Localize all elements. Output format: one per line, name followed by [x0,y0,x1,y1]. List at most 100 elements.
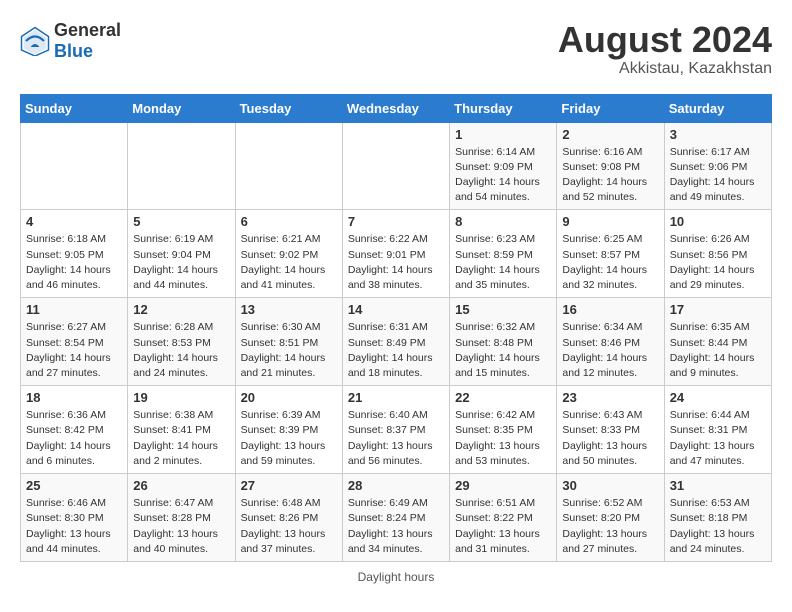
day-number: 17 [670,302,766,317]
calendar-week-row: 1 Sunrise: 6:14 AMSunset: 9:09 PMDaylight… [21,122,772,210]
logo-blue: Blue [54,41,93,61]
day-number: 21 [348,390,444,405]
calendar-cell: 25 Sunrise: 6:46 AMSunset: 8:30 PMDayligh… [21,474,128,562]
calendar-week-row: 18 Sunrise: 6:36 AMSunset: 8:42 PMDayligh… [21,386,772,474]
day-info: Sunrise: 6:48 AMSunset: 8:26 PMDaylight:… [241,496,337,557]
day-number: 1 [455,127,551,142]
calendar-cell: 12Sunrise: 6:28 AMSunset: 8:53 PMDayligh… [128,298,235,386]
day-info: Sunrise: 6:38 AMSunset: 8:41 PMDaylight:… [133,408,229,469]
day-info: Sunrise: 6:36 AMSunset: 8:42 PMDaylight:… [26,408,122,469]
calendar-cell: 6 Sunrise: 6:21 AMSunset: 9:02 PMDaylight… [235,210,342,298]
day-number: 16 [562,302,658,317]
day-number: 10 [670,214,766,229]
calendar-cell: 9 Sunrise: 6:25 AMSunset: 8:57 PMDaylight… [557,210,664,298]
day-header-monday: Monday [128,94,235,122]
calendar-cell [128,122,235,210]
calendar-cell: 7Sunrise: 6:22 AMSunset: 9:01 PMDaylight… [342,210,449,298]
day-number: 18 [26,390,122,405]
calendar-cell: 30Sunrise: 6:52 AMSunset: 8:20 PMDayligh… [557,474,664,562]
calendar-cell: 28 Sunrise: 6:49 AMSunset: 8:24 PMDayligh… [342,474,449,562]
calendar-cell: 8 Sunrise: 6:23 AMSunset: 8:59 PMDaylight… [450,210,557,298]
calendar-cell: 23 Sunrise: 6:43 AMSunset: 8:33 PMDayligh… [557,386,664,474]
day-info: Sunrise: 6:49 AMSunset: 8:24 PMDaylight:… [348,496,444,557]
day-number: 22 [455,390,551,405]
calendar-week-row: 25 Sunrise: 6:46 AMSunset: 8:30 PMDayligh… [21,474,772,562]
day-info: Sunrise: 6:22 AMSunset: 9:01 PMDaylight:… [348,232,444,293]
calendar-cell: 19 Sunrise: 6:38 AMSunset: 8:41 PMDayligh… [128,386,235,474]
day-info: Sunrise: 6:43 AMSunset: 8:33 PMDaylight:… [562,408,658,469]
calendar-week-row: 4 Sunrise: 6:18 AMSunset: 9:05 PMDaylight… [21,210,772,298]
day-number: 5 [133,214,229,229]
day-number: 29 [455,478,551,493]
day-number: 4 [26,214,122,229]
day-header-thursday: Thursday [450,94,557,122]
day-info: Sunrise: 6:40 AMSunset: 8:37 PMDaylight:… [348,408,444,469]
calendar-cell: 16 Sunrise: 6:34 AMSunset: 8:46 PMDayligh… [557,298,664,386]
day-number: 28 [348,478,444,493]
logo: General Blue [20,20,121,62]
day-info: Sunrise: 6:42 AMSunset: 8:35 PMDaylight:… [455,408,551,469]
calendar-cell [21,122,128,210]
month-year-title: August 2024 [558,20,772,60]
day-number: 13 [241,302,337,317]
day-info: Sunrise: 6:30 AMSunset: 8:51 PMDaylight:… [241,320,337,381]
day-info: Sunrise: 6:23 AMSunset: 8:59 PMDaylight:… [455,232,551,293]
calendar-cell: 22 Sunrise: 6:42 AMSunset: 8:35 PMDayligh… [450,386,557,474]
day-info: Sunrise: 6:25 AMSunset: 8:57 PMDaylight:… [562,232,658,293]
calendar-week-row: 11Sunrise: 6:27 AMSunset: 8:54 PMDayligh… [21,298,772,386]
day-number: 2 [562,127,658,142]
day-number: 14 [348,302,444,317]
day-number: 12 [133,302,229,317]
day-info: Sunrise: 6:19 AMSunset: 9:04 PMDaylight:… [133,232,229,293]
day-number: 19 [133,390,229,405]
calendar-cell: 17 Sunrise: 6:35 AMSunset: 8:44 PMDayligh… [664,298,771,386]
calendar-cell: 18 Sunrise: 6:36 AMSunset: 8:42 PMDayligh… [21,386,128,474]
day-info: Sunrise: 6:46 AMSunset: 8:30 PMDaylight:… [26,496,122,557]
day-number: 23 [562,390,658,405]
day-info: Sunrise: 6:27 AMSunset: 8:54 PMDaylight:… [26,320,122,381]
day-number: 8 [455,214,551,229]
day-info: Sunrise: 6:51 AMSunset: 8:22 PMDaylight:… [455,496,551,557]
day-info: Sunrise: 6:53 AMSunset: 8:18 PMDaylight:… [670,496,766,557]
day-number: 31 [670,478,766,493]
day-number: 26 [133,478,229,493]
calendar-cell: 4 Sunrise: 6:18 AMSunset: 9:05 PMDaylight… [21,210,128,298]
calendar-cell: 10 Sunrise: 6:26 AMSunset: 8:56 PMDayligh… [664,210,771,298]
calendar-cell: 21 Sunrise: 6:40 AMSunset: 8:37 PMDayligh… [342,386,449,474]
day-number: 30 [562,478,658,493]
day-info: Sunrise: 6:17 AMSunset: 9:06 PMDaylight:… [670,145,766,206]
day-info: Sunrise: 6:34 AMSunset: 8:46 PMDaylight:… [562,320,658,381]
day-number: 20 [241,390,337,405]
day-info: Sunrise: 6:16 AMSunset: 9:08 PMDaylight:… [562,145,658,206]
day-info: Sunrise: 6:47 AMSunset: 8:28 PMDaylight:… [133,496,229,557]
calendar-table: SundayMondayTuesdayWednesdayThursdayFrid… [20,94,772,562]
page-header: General Blue August 2024 Akkistau, Kazak… [20,20,772,78]
calendar-cell: 24Sunrise: 6:44 AMSunset: 8:31 PMDayligh… [664,386,771,474]
logo-text: General Blue [54,20,121,62]
calendar-cell: 11Sunrise: 6:27 AMSunset: 8:54 PMDayligh… [21,298,128,386]
day-number: 6 [241,214,337,229]
day-info: Sunrise: 6:21 AMSunset: 9:02 PMDaylight:… [241,232,337,293]
calendar-cell: 3Sunrise: 6:17 AMSunset: 9:06 PMDaylight… [664,122,771,210]
calendar-cell: 2 Sunrise: 6:16 AMSunset: 9:08 PMDaylight… [557,122,664,210]
calendar-cell: 27 Sunrise: 6:48 AMSunset: 8:26 PMDayligh… [235,474,342,562]
day-info: Sunrise: 6:18 AMSunset: 9:05 PMDaylight:… [26,232,122,293]
calendar-cell: 15Sunrise: 6:32 AMSunset: 8:48 PMDayligh… [450,298,557,386]
day-info: Sunrise: 6:44 AMSunset: 8:31 PMDaylight:… [670,408,766,469]
day-header-wednesday: Wednesday [342,94,449,122]
title-block: August 2024 Akkistau, Kazakhstan [558,20,772,78]
calendar-cell [342,122,449,210]
day-info: Sunrise: 6:26 AMSunset: 8:56 PMDaylight:… [670,232,766,293]
day-info: Sunrise: 6:35 AMSunset: 8:44 PMDaylight:… [670,320,766,381]
calendar-cell: 1 Sunrise: 6:14 AMSunset: 9:09 PMDaylight… [450,122,557,210]
calendar-cell: 13 Sunrise: 6:30 AMSunset: 8:51 PMDayligh… [235,298,342,386]
day-number: 27 [241,478,337,493]
day-number: 15 [455,302,551,317]
calendar-cell: 14Sunrise: 6:31 AMSunset: 8:49 PMDayligh… [342,298,449,386]
day-number: 9 [562,214,658,229]
day-number: 25 [26,478,122,493]
location-subtitle: Akkistau, Kazakhstan [558,60,772,78]
calendar-cell: 29 Sunrise: 6:51 AMSunset: 8:22 PMDayligh… [450,474,557,562]
calendar-cell: 20Sunrise: 6:39 AMSunset: 8:39 PMDayligh… [235,386,342,474]
day-info: Sunrise: 6:14 AMSunset: 9:09 PMDaylight:… [455,145,551,206]
